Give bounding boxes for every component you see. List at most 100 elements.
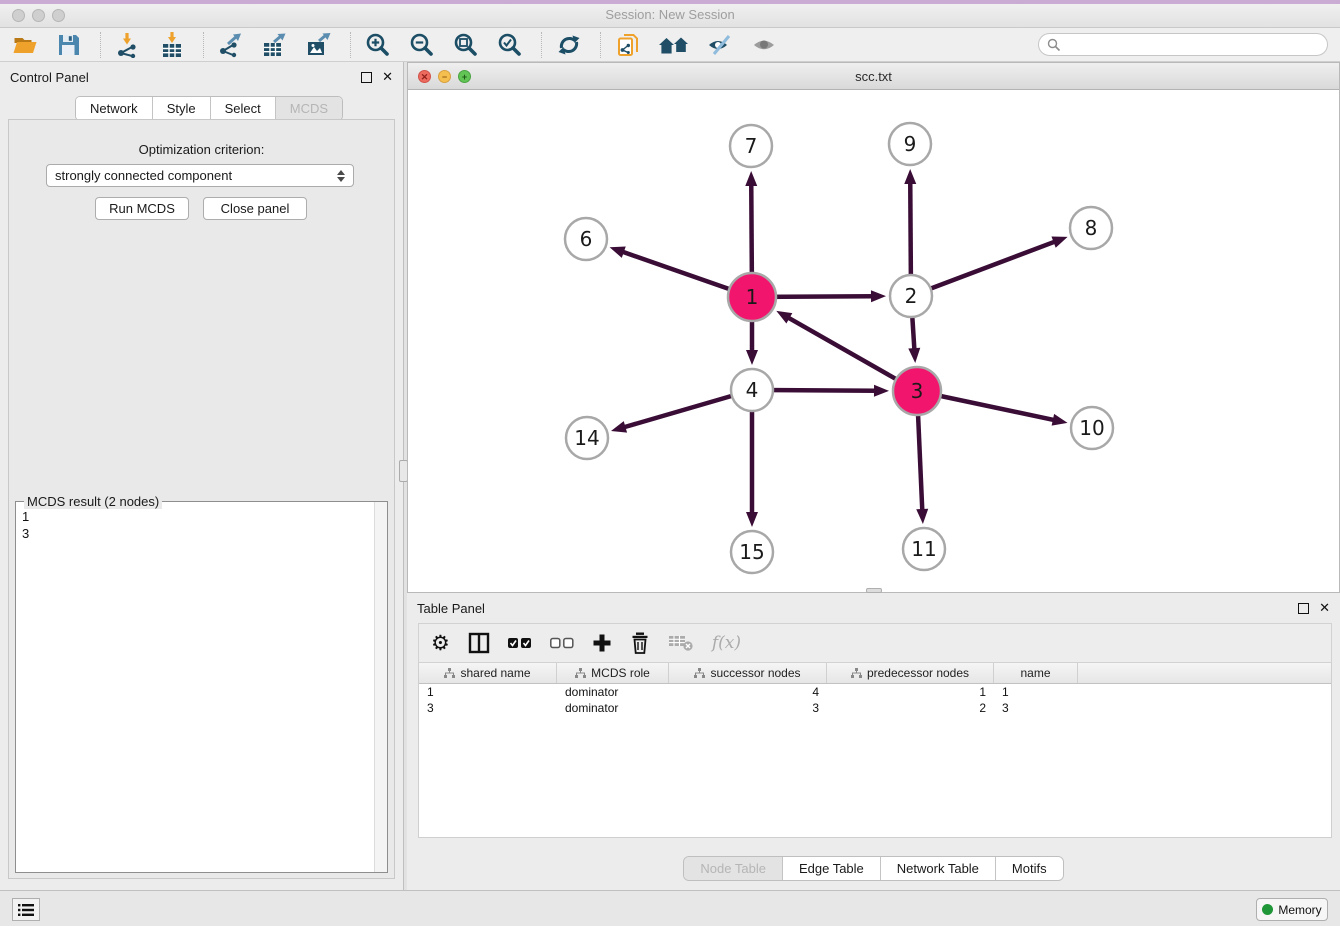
- node-table: shared nameMCDS rolesuccessor nodesprede…: [418, 663, 1332, 838]
- select-stepper-icon: [337, 170, 345, 182]
- network-canvas[interactable]: 7 9 6 8 1 2 4 3 14 10 15 11: [408, 90, 1339, 592]
- graph-arrowhead-4-15: [746, 512, 758, 527]
- column-header-MCDS-role[interactable]: MCDS role: [557, 663, 669, 683]
- graph-node-8[interactable]: 8: [1070, 207, 1112, 249]
- graph-node-3[interactable]: 3: [893, 367, 941, 415]
- table-cell[interactable]: 2: [827, 700, 994, 716]
- table-cell[interactable]: dominator: [557, 684, 669, 700]
- optimization-criterion-select[interactable]: strongly connected component: [46, 164, 354, 187]
- import-network-icon[interactable]: [113, 30, 143, 60]
- show-all-icon[interactable]: [749, 30, 779, 60]
- save-session-icon[interactable]: [54, 30, 84, 60]
- table-cell[interactable]: 3: [994, 700, 1078, 716]
- app-titlebar: Session: New Session: [0, 0, 1340, 28]
- close-panel-icon[interactable]: ✕: [382, 69, 393, 85]
- graph-arrowhead-1-2: [871, 290, 886, 302]
- table-cell[interactable]: 1: [994, 684, 1078, 700]
- select-all-icon[interactable]: [508, 637, 532, 649]
- close-panel-button[interactable]: Close panel: [203, 197, 307, 220]
- run-mcds-button[interactable]: Run MCDS: [95, 197, 189, 220]
- search-field[interactable]: [1038, 33, 1328, 56]
- tab-select[interactable]: Select: [211, 97, 276, 120]
- tab-motifs[interactable]: Motifs: [996, 857, 1063, 880]
- column-header-predecessor-nodes[interactable]: predecessor nodes: [827, 663, 994, 683]
- graph-arrowhead-3-1: [776, 311, 792, 324]
- graph-node-9[interactable]: 9: [889, 123, 931, 165]
- search-icon: [1047, 38, 1061, 52]
- graph-node-11[interactable]: 11: [903, 528, 945, 570]
- graph-node-7[interactable]: 7: [730, 125, 772, 167]
- task-history-button[interactable]: [12, 898, 40, 921]
- delete-row-icon[interactable]: [630, 632, 650, 654]
- graph-node-label: 14: [574, 426, 599, 450]
- graph-node-label: 7: [745, 134, 758, 158]
- graph-edge-2-8[interactable]: [911, 241, 1055, 296]
- table-panel: Table Panel ✕ ⚙ f(x) shared nameMCDS rol…: [407, 593, 1340, 890]
- table-cell[interactable]: 3: [669, 700, 827, 716]
- graph-node-15[interactable]: 15: [731, 531, 773, 573]
- deselect-all-icon[interactable]: [550, 637, 574, 649]
- tab-node-table[interactable]: Node Table: [684, 857, 783, 880]
- zoom-selected-icon[interactable]: [495, 30, 525, 60]
- toolbar-separator: [600, 32, 601, 58]
- zoom-fit-icon[interactable]: [451, 30, 481, 60]
- open-session-icon[interactable]: [10, 30, 40, 60]
- duplicate-network-icon[interactable]: [613, 30, 643, 60]
- tab-network[interactable]: Network: [76, 97, 153, 120]
- close-table-panel-icon[interactable]: ✕: [1319, 600, 1330, 616]
- graph-arrowhead-3-10: [1052, 414, 1068, 426]
- column-header-successor-nodes[interactable]: successor nodes: [669, 663, 827, 683]
- import-table-icon[interactable]: [157, 30, 187, 60]
- graph-node-4[interactable]: 4: [731, 369, 773, 411]
- selected-criterion: strongly connected component: [55, 168, 337, 183]
- refresh-layout-icon[interactable]: [554, 30, 584, 60]
- home-icon[interactable]: [657, 30, 691, 60]
- list-icon: [18, 903, 34, 917]
- table-row[interactable]: 3dominator323: [419, 700, 1331, 716]
- graph-node-6[interactable]: 6: [565, 218, 607, 260]
- network-window-titlebar[interactable]: ✕ − + scc.txt: [408, 63, 1339, 90]
- tab-edge-table[interactable]: Edge Table: [783, 857, 881, 880]
- graph-node-14[interactable]: 14: [566, 417, 608, 459]
- result-scrollbar[interactable]: [374, 502, 387, 872]
- mcds-panel-body: Optimization criterion: strongly connect…: [8, 119, 395, 879]
- zoom-in-icon[interactable]: [363, 30, 393, 60]
- network-view-window: ✕ − + scc.txt 7 9 6 8 1 2 4 3 14 10 15 11: [407, 62, 1340, 593]
- control-panel-title: Control Panel: [10, 70, 351, 85]
- column-header-shared-name[interactable]: shared name: [419, 663, 557, 683]
- hide-selected-icon[interactable]: [705, 30, 735, 60]
- table-row[interactable]: 1dominator411: [419, 684, 1331, 700]
- graph-node-label: 10: [1079, 416, 1104, 440]
- graph-node-label: 9: [904, 132, 917, 156]
- float-table-panel-icon[interactable]: [1298, 603, 1309, 614]
- table-cell[interactable]: 1: [419, 684, 557, 700]
- tab-network-table[interactable]: Network Table: [881, 857, 996, 880]
- add-row-icon[interactable]: [592, 633, 612, 653]
- table-settings-icon[interactable]: ⚙: [431, 631, 450, 655]
- graph-arrowhead-4-14: [611, 421, 627, 433]
- column-header-name[interactable]: name: [994, 663, 1078, 683]
- table-cell[interactable]: 3: [419, 700, 557, 716]
- zoom-out-icon[interactable]: [407, 30, 437, 60]
- table-cell[interactable]: 4: [669, 684, 827, 700]
- optimization-criterion-label: Optimization criterion:: [9, 142, 394, 157]
- export-network-icon[interactable]: [216, 30, 246, 60]
- table-cell[interactable]: 1: [827, 684, 994, 700]
- graph-node-10[interactable]: 10: [1071, 407, 1113, 449]
- graph-node-1[interactable]: 1: [728, 273, 776, 321]
- search-input[interactable]: [1066, 38, 1316, 52]
- float-panel-icon[interactable]: [361, 72, 372, 83]
- memory-button[interactable]: Memory: [1256, 898, 1328, 921]
- graph-arrowhead-1-4: [746, 350, 758, 365]
- graph-node-2[interactable]: 2: [890, 275, 932, 317]
- function-builder-icon[interactable]: f(x): [712, 633, 741, 653]
- tab-mcds[interactable]: MCDS: [276, 97, 342, 120]
- network-window-title: scc.txt: [408, 69, 1339, 84]
- table-cell[interactable]: dominator: [557, 700, 669, 716]
- control-panel-tabs: Network Style Select MCDS: [75, 96, 343, 121]
- export-table-icon[interactable]: [260, 30, 290, 60]
- delete-table-icon[interactable]: [668, 633, 694, 653]
- tab-style[interactable]: Style: [153, 97, 211, 120]
- column-view-icon[interactable]: [468, 632, 490, 654]
- export-image-icon[interactable]: [304, 30, 334, 60]
